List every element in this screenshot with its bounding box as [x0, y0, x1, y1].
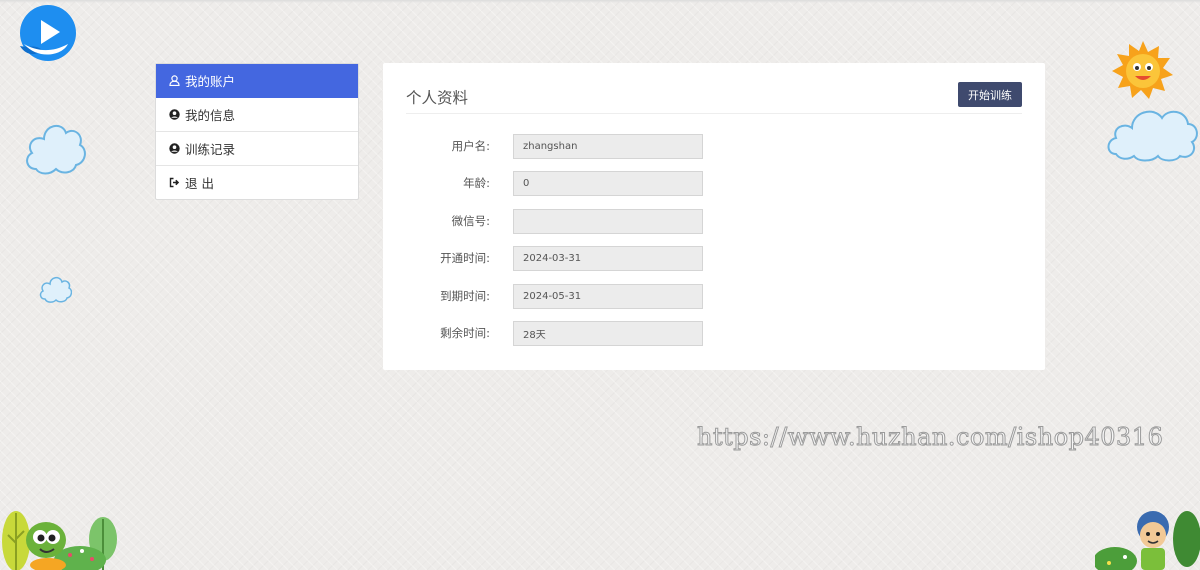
cloud-decoration-small	[39, 276, 72, 303]
form-row-wechat: 微信号:	[383, 209, 1045, 234]
cloud-decoration-right	[1107, 110, 1198, 162]
field-label: 剩余时间:	[440, 326, 490, 340]
sidebar-item-label: 退 出	[185, 176, 214, 191]
field-label: 微信号:	[451, 214, 490, 228]
form-row-remaining-time: 剩余时间:	[383, 321, 1045, 346]
watermark-text: https://www.huzhan.com/ishop40316	[696, 423, 1164, 452]
field-label: 用户名:	[451, 139, 490, 153]
username-field[interactable]	[513, 134, 703, 159]
wechat-field[interactable]	[513, 209, 703, 234]
open-date-field[interactable]	[513, 246, 703, 271]
panel-divider	[406, 113, 1022, 114]
logo-icon	[20, 5, 76, 61]
field-label: 开通时间:	[440, 251, 490, 265]
form-row-expire-date: 到期时间:	[383, 284, 1045, 309]
form-row-open-date: 开通时间:	[383, 246, 1045, 271]
age-field[interactable]	[513, 171, 703, 196]
user-circle-icon	[169, 143, 180, 154]
form-row-username: 用户名:	[383, 134, 1045, 159]
form-row-age: 年龄:	[383, 171, 1045, 196]
sidebar-item-label: 训练记录	[185, 142, 236, 157]
sign-out-icon	[169, 177, 180, 188]
sidebar-item-my-info[interactable]: 我的信息	[156, 98, 358, 132]
sidebar-menu: 我的账户 我的信息 训练记录 退 出	[155, 63, 359, 200]
sun-decoration	[1112, 41, 1173, 99]
remaining-time-field[interactable]	[513, 321, 703, 346]
user-circle-icon	[169, 109, 180, 120]
field-label: 到期时间:	[440, 289, 490, 303]
top-shadow-line	[0, 0, 1200, 3]
profile-panel: 个人资料 开始训练 用户名: 年龄: 微信号: 开通时间: 到期时间: 剩余时间…	[383, 63, 1045, 370]
sidebar-item-training-records[interactable]: 训练记录	[156, 132, 358, 166]
field-label: 年龄:	[463, 176, 490, 190]
panel-title: 个人资料	[406, 89, 469, 107]
cloud-decoration-large	[26, 124, 86, 175]
sidebar-item-label: 我的账户	[185, 74, 236, 89]
user-outline-icon	[169, 75, 180, 86]
start-training-button[interactable]: 开始训练	[958, 82, 1022, 107]
sidebar-item-logout[interactable]: 退 出	[156, 166, 358, 199]
expire-date-field[interactable]	[513, 284, 703, 309]
trees-character-decoration-left	[2, 511, 117, 570]
sidebar-item-my-account[interactable]: 我的账户	[156, 64, 358, 98]
sidebar-item-label: 我的信息	[185, 108, 236, 123]
trees-character-decoration-right	[1095, 511, 1200, 570]
